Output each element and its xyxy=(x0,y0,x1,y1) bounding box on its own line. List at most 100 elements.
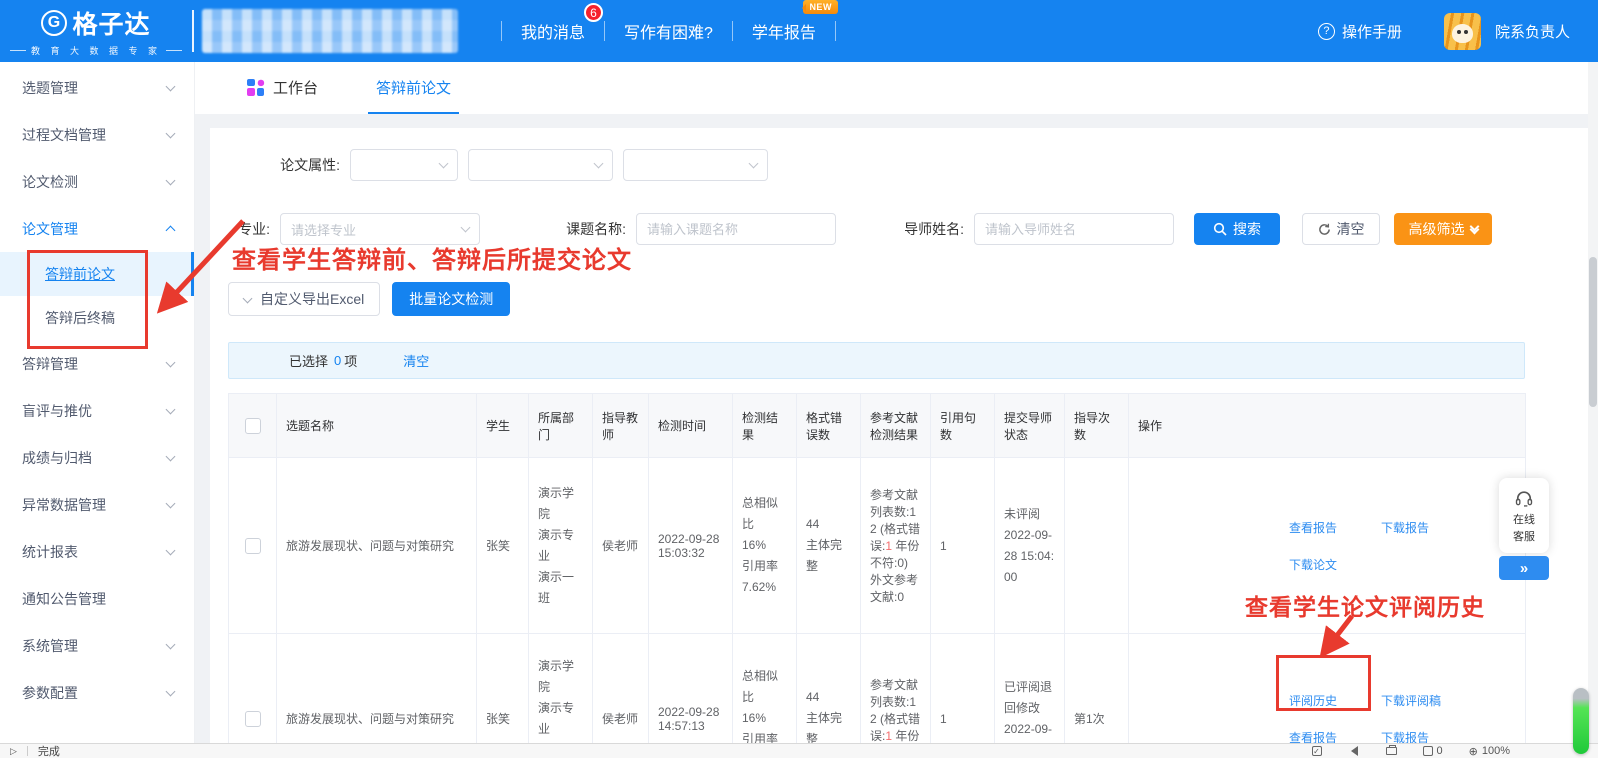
sidebar-item-defense-management[interactable]: 答辩管理 xyxy=(0,340,194,387)
sidebar-item-blind-review[interactable]: 盲评与推优 xyxy=(0,387,194,434)
col-teacher: 指导教师 xyxy=(593,394,649,458)
topic-name-label: 课题名称: xyxy=(542,219,636,239)
col-check-result: 检测结果 xyxy=(733,394,797,458)
row-checkbox[interactable] xyxy=(245,711,261,727)
sidebar-item-parameter-config[interactable]: 参数配置 xyxy=(0,669,194,716)
chevron-down-icon xyxy=(166,128,176,138)
selected-count: 0 xyxy=(334,353,341,368)
table-header-row: 选题名称 学生 所属部门 指导教师 检测时间 检测结果 格式错误数 参考文献检测… xyxy=(229,394,1526,458)
download-report-link[interactable]: 下载报告 xyxy=(1381,519,1429,536)
row-checkbox[interactable] xyxy=(245,538,261,554)
online-service-button[interactable]: 在线 客服 xyxy=(1499,478,1549,553)
paper-attr-label: 论文属性: xyxy=(262,155,350,175)
sidebar-item-post-defense-final[interactable]: 答辩后终稿 xyxy=(0,296,194,340)
cell-tutor-status: 未评阅2022-09-28 15:04:00 xyxy=(995,458,1065,634)
manual-button[interactable]: ? 操作手册 xyxy=(1318,21,1402,42)
nav-annual-report[interactable]: 学年报告 NEW xyxy=(750,15,818,47)
online-service-widget: 在线 客服 » xyxy=(1499,478,1549,580)
major-select[interactable]: 请选择专业 xyxy=(280,213,480,245)
search-button[interactable]: 搜索 xyxy=(1194,213,1280,245)
chevron-down-icon xyxy=(594,159,604,169)
cell-check-result: 总相似比16% 引用率7.62% xyxy=(733,634,797,758)
cell-student: 张笑 xyxy=(477,458,529,634)
redacted-school-name xyxy=(202,9,458,53)
tutor-name-label: 导师姓名: xyxy=(880,219,974,239)
collapse-widget-button[interactable]: » xyxy=(1499,556,1549,580)
logo-name: 格子达 xyxy=(72,5,150,41)
view-report-link[interactable]: 查看报告 xyxy=(1289,519,1337,536)
download-paper-link[interactable]: 下载论文 xyxy=(1289,556,1337,573)
chevron-down-icon xyxy=(166,357,176,367)
sidebar-item-pre-defense-paper[interactable]: 答辩前论文 xyxy=(0,252,194,296)
batch-check-button[interactable]: 批量论文检测 xyxy=(392,282,510,316)
nav-writing-help[interactable]: 写作有困难? xyxy=(622,15,715,47)
chevron-down-icon xyxy=(166,686,176,696)
sidebar-item-system-management[interactable]: 系统管理 xyxy=(0,622,194,669)
clear-selection-link[interactable]: 清空 xyxy=(403,351,429,370)
nav-messages[interactable]: 我的消息 6 xyxy=(519,15,587,47)
export-excel-button[interactable]: 自定义导出Excel xyxy=(228,282,380,316)
cursor-icon: ▷ xyxy=(10,746,17,757)
app-window: G 格子达 教 育 大 数 据 专 家 我的消息 6 写作有困难? 学年报告 N… xyxy=(0,0,1598,758)
cell-reference-result: 参考文献列表数:12 (格式错误:1 年份不符:0) 外文参考文献:0 xyxy=(861,458,931,634)
search-icon xyxy=(1213,222,1227,236)
sidebar-item-notice-management[interactable]: 通知公告管理 xyxy=(0,575,194,622)
download-review-draft-link[interactable]: 下载评阅稿 xyxy=(1381,692,1441,709)
cell-check-time: 2022-09-28 15:03:32 xyxy=(649,458,733,634)
green-slider-indicator xyxy=(1573,688,1589,754)
sidebar-item-paper-management[interactable]: 论文管理 xyxy=(0,205,194,252)
main-area: 工作台 答辩前论文 论文属性: 专业: xyxy=(195,62,1598,758)
chevron-down-icon xyxy=(166,545,176,555)
status-bar-icons: ✓ 0 ⊕ 100% xyxy=(1312,745,1588,758)
paper-attr-select-3[interactable] xyxy=(623,149,768,181)
sidebar-item-abnormal-data[interactable]: 异常数据管理 xyxy=(0,481,194,528)
cell-actions: 评阅历史 下载评阅稿 查看报告 下载报告 xyxy=(1129,634,1526,758)
printer-icon xyxy=(1386,747,1397,755)
status-text: 完成 xyxy=(38,743,60,758)
cell-reference-result: 参考文献列表数:12 (格式错误:1 年份不符:0) xyxy=(861,634,931,758)
shield-icon xyxy=(1423,746,1433,756)
chevron-down-icon xyxy=(166,81,176,91)
nav-separator xyxy=(732,21,733,41)
sidebar: 选题管理 过程文档管理 论文检测 论文管理 答辩前论文 答辩后终稿 答辩管理 盲… xyxy=(0,62,195,758)
brand-logo: G 格子达 教 育 大 数 据 专 家 xyxy=(0,5,192,57)
cell-topic: 旅游发展现状、问题与对策研究 xyxy=(277,458,477,634)
tab-pre-defense-paper[interactable]: 答辩前论文 xyxy=(368,62,459,114)
cell-tutor-status: 已评阅退回修改2022-09-28 xyxy=(995,634,1065,758)
chevron-down-icon xyxy=(461,223,471,233)
review-history-link[interactable]: 评阅历史 xyxy=(1289,692,1337,709)
double-arrow-right-icon: » xyxy=(1520,560,1528,577)
col-department: 所属部门 xyxy=(529,394,593,458)
chevron-down-icon xyxy=(166,451,176,461)
clear-button[interactable]: 清空 xyxy=(1302,213,1380,245)
avatar[interactable] xyxy=(1444,13,1481,50)
sidebar-item-statistics-report[interactable]: 统计报表 xyxy=(0,528,194,575)
advanced-filter-button[interactable]: 高级筛选 xyxy=(1394,213,1492,245)
sidebar-item-paper-check[interactable]: 论文检测 xyxy=(0,158,194,205)
sidebar-item-process-docs[interactable]: 过程文档管理 xyxy=(0,111,194,158)
papers-table: 选题名称 学生 所属部门 指导教师 检测时间 检测结果 格式错误数 参考文献检测… xyxy=(228,393,1526,758)
select-all-checkbox[interactable] xyxy=(245,418,261,434)
sidebar-item-topic-management[interactable]: 选题管理 xyxy=(0,64,194,111)
zoom-control[interactable]: ⊕ 100% xyxy=(1469,745,1510,758)
question-circle-icon: ? xyxy=(1318,23,1335,40)
cell-quote-count: 1 xyxy=(931,634,995,758)
nav-separator xyxy=(604,21,605,41)
selected-unit: 项 xyxy=(344,351,357,370)
col-guide-count: 指导次数 xyxy=(1065,394,1129,458)
chevron-down-icon xyxy=(439,159,449,169)
col-format-errors: 格式错误数 xyxy=(797,394,861,458)
tutor-name-input[interactable] xyxy=(974,213,1174,245)
chevron-down-icon xyxy=(166,498,176,508)
topic-name-input[interactable] xyxy=(636,213,836,245)
chevron-up-icon xyxy=(166,226,176,236)
scrollbar-thumb[interactable] xyxy=(1589,257,1597,407)
sidebar-item-grades-archive[interactable]: 成绩与归档 xyxy=(0,434,194,481)
tab-workbench[interactable]: 工作台 xyxy=(239,62,326,114)
cell-teacher: 侯老师 xyxy=(593,634,649,758)
paper-attr-select-2[interactable] xyxy=(468,149,613,181)
cell-guide-count xyxy=(1065,458,1129,634)
paper-attr-select-1[interactable] xyxy=(350,149,458,181)
toolbar-row: 自定义导出Excel 批量论文检测 xyxy=(210,282,1588,316)
table-row: 旅游发展现状、问题与对策研究 张笑 演示学院演示专业演示一班 侯老师 xyxy=(229,458,1526,634)
